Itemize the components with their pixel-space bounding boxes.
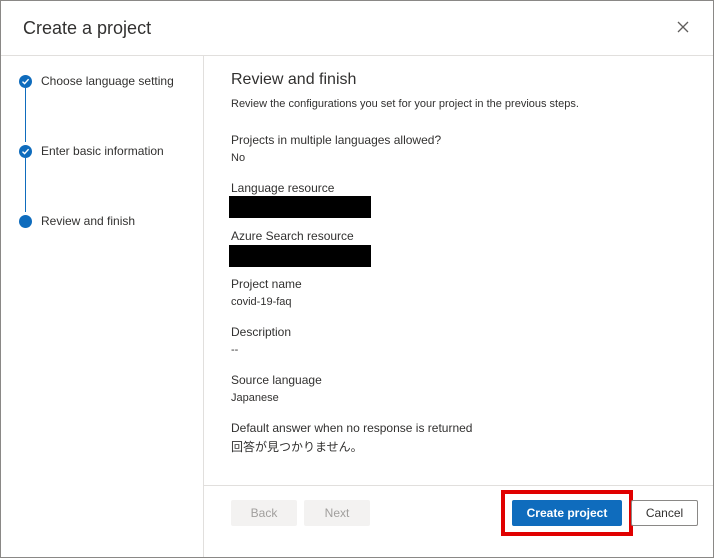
back-button[interactable]: Back <box>231 500 297 526</box>
step-label: Review and finish <box>41 214 136 228</box>
step-label: Enter basic information <box>41 144 164 158</box>
wizard-steps: Choose language setting Enter basic info… <box>1 56 204 557</box>
create-project-button[interactable]: Create project <box>512 500 622 526</box>
close-icon[interactable] <box>673 17 693 37</box>
footer-divider <box>204 485 713 486</box>
source-language-label: Source language <box>231 373 322 387</box>
cancel-button[interactable]: Cancel <box>631 500 698 526</box>
checkmark-icon <box>19 145 32 158</box>
step-label: Choose language setting <box>41 74 174 88</box>
multilang-label: Projects in multiple languages allowed? <box>231 133 442 147</box>
checkmark-icon <box>19 75 32 88</box>
step-connector <box>25 88 26 142</box>
multilang-value: No <box>231 152 246 164</box>
review-subtitle: Review the configurations you set for yo… <box>231 98 579 110</box>
default-answer-label: Default answer when no response is retur… <box>231 421 473 435</box>
next-button[interactable]: Next <box>304 500 370 526</box>
step-connector <box>25 158 26 212</box>
source-language-value: Japanese <box>231 392 279 404</box>
dialog-title: Create a project <box>23 18 152 38</box>
language-resource-redacted <box>229 196 371 218</box>
filled-circle-icon <box>19 215 32 228</box>
review-heading: Review and finish <box>231 71 357 88</box>
search-resource-label: Azure Search resource <box>231 229 354 243</box>
dialog-header: Create a project <box>1 1 713 56</box>
description-value: -- <box>231 344 239 356</box>
search-resource-redacted <box>229 245 371 267</box>
project-name-value: covid-19-faq <box>231 296 292 308</box>
description-label: Description <box>231 325 292 339</box>
create-project-dialog: Create a project Choose language setting… <box>0 0 714 558</box>
default-answer-value: 回答が見つかりません。 <box>231 440 363 454</box>
language-resource-label: Language resource <box>231 181 335 195</box>
project-name-label: Project name <box>231 277 302 291</box>
